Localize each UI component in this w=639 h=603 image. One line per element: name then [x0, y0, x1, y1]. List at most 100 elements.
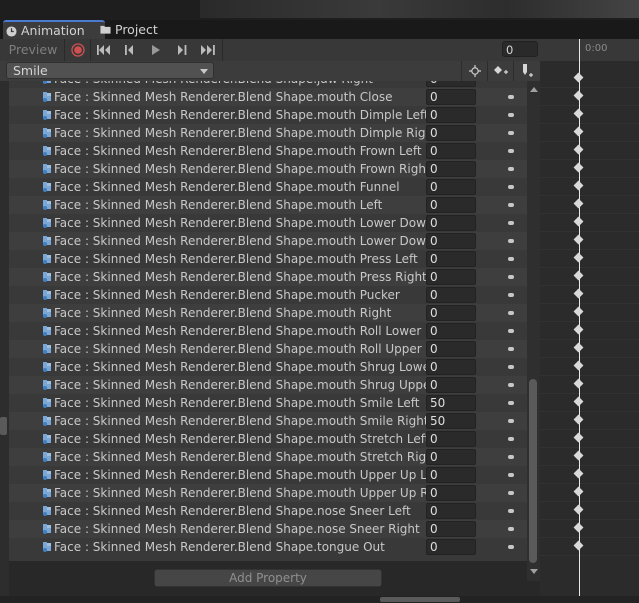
property-row[interactable]: Face : Skinned Mesh Renderer.Blend Shape…: [9, 88, 527, 106]
timeline-row[interactable]: [540, 286, 639, 304]
timeline-row[interactable]: [540, 430, 639, 448]
keyframe-menu-icon[interactable]: [508, 239, 514, 243]
timeline-row[interactable]: [540, 520, 639, 538]
property-value-field[interactable]: 0: [426, 341, 476, 357]
property-value-field[interactable]: 0: [426, 467, 476, 483]
record-button[interactable]: [67, 41, 89, 58]
keyframe-menu-icon[interactable]: [508, 455, 514, 459]
keyframe-menu-icon[interactable]: [508, 167, 514, 171]
timeline-row[interactable]: [540, 376, 639, 394]
timeline-row[interactable]: [540, 502, 639, 520]
timeline-row[interactable]: [540, 106, 639, 124]
keyframe-menu-icon[interactable]: [508, 131, 514, 135]
keyframe-menu-icon[interactable]: [508, 437, 514, 441]
keyframe-menu-icon[interactable]: [508, 347, 514, 351]
property-value-field[interactable]: 0: [426, 269, 476, 285]
timeline-row[interactable]: [540, 178, 639, 196]
prev-key-button[interactable]: [118, 41, 142, 58]
timeline-row[interactable]: [540, 412, 639, 430]
property-value-field[interactable]: 0: [426, 377, 476, 393]
property-value-field[interactable]: 0: [426, 485, 476, 501]
keyframe-menu-icon[interactable]: [508, 509, 514, 513]
timeline-row[interactable]: [540, 70, 639, 88]
property-row[interactable]: Face : Skinned Mesh Renderer.Blend Shape…: [9, 178, 527, 196]
timeline-row[interactable]: [540, 160, 639, 178]
property-row[interactable]: Face : Skinned Mesh Renderer.Blend Shape…: [9, 394, 527, 412]
filter-by-selection-button[interactable]: [461, 61, 488, 81]
keyframe-menu-icon[interactable]: [508, 113, 514, 117]
property-value-field[interactable]: 0: [426, 251, 476, 267]
property-value-field[interactable]: 0: [426, 359, 476, 375]
scroll-down-icon[interactable]: [530, 569, 538, 574]
property-row[interactable]: Face : Skinned Mesh Renderer.Blend Shape…: [9, 412, 527, 430]
property-value-field[interactable]: 50: [426, 413, 476, 429]
playhead[interactable]: [573, 39, 584, 603]
property-row[interactable]: Face : Skinned Mesh Renderer.Blend Shape…: [9, 466, 527, 484]
keyframe-menu-icon[interactable]: [508, 419, 514, 423]
property-row[interactable]: Face : Skinned Mesh Renderer.Blend Shape…: [9, 124, 527, 142]
property-row[interactable]: Face : Skinned Mesh Renderer.Blend Shape…: [9, 268, 527, 286]
timeline-row[interactable]: [540, 124, 639, 142]
property-value-field[interactable]: 0: [426, 431, 476, 447]
property-value-field[interactable]: 0: [426, 521, 476, 537]
timeline-row[interactable]: [540, 88, 639, 106]
keyframe-menu-icon[interactable]: [508, 365, 514, 369]
timeline-row[interactable]: [540, 448, 639, 466]
property-value-field[interactable]: 0: [426, 539, 476, 555]
property-value-field[interactable]: 0: [426, 81, 476, 87]
timeline-row[interactable]: [540, 250, 639, 268]
property-row[interactable]: Face : Skinned Mesh Renderer.Blend Shape…: [9, 304, 527, 322]
keyframe-menu-icon[interactable]: [508, 275, 514, 279]
clip-dropdown[interactable]: Smile: [6, 62, 214, 79]
property-row[interactable]: Face : Skinned Mesh Renderer.Blend Shape…: [9, 484, 527, 502]
keyframe-menu-icon[interactable]: [508, 293, 514, 297]
property-row[interactable]: Face : Skinned Mesh Renderer.Blend Shape…: [9, 322, 527, 340]
timeline-row[interactable]: [540, 322, 639, 340]
frame-field[interactable]: 0: [502, 41, 538, 57]
keyframe-menu-icon[interactable]: [508, 329, 514, 333]
property-value-field[interactable]: 0: [426, 305, 476, 321]
tab-animation[interactable]: Animation: [3, 20, 105, 39]
property-row[interactable]: Face : Skinned Mesh Renderer.Blend Shape…: [9, 376, 527, 394]
timeline-row[interactable]: [540, 214, 639, 232]
property-value-field[interactable]: 0: [426, 89, 476, 105]
keyframe-menu-icon[interactable]: [508, 257, 514, 261]
property-value-field[interactable]: 0: [426, 143, 476, 159]
scrollbar-thumb[interactable]: [529, 379, 537, 563]
timeline-row[interactable]: [540, 268, 639, 286]
timeline-row[interactable]: [540, 340, 639, 358]
property-row[interactable]: Face : Skinned Mesh Renderer.Blend Shape…: [9, 520, 527, 538]
timeline-row[interactable]: [540, 466, 639, 484]
keyframe-menu-icon[interactable]: [508, 221, 514, 225]
timeline-row[interactable]: [540, 358, 639, 376]
property-value-field[interactable]: 0: [426, 233, 476, 249]
keyframe-menu-icon[interactable]: [508, 203, 514, 207]
add-event-button[interactable]: [513, 61, 540, 81]
property-value-field[interactable]: 0: [426, 215, 476, 231]
add-property-button[interactable]: Add Property: [154, 569, 382, 587]
property-value-field[interactable]: 0: [426, 323, 476, 339]
next-key-button[interactable]: [170, 41, 194, 58]
property-row[interactable]: Face : Skinned Mesh Renderer.Blend Shape…: [9, 160, 527, 178]
property-row[interactable]: Face : Skinned Mesh Renderer.Blend Shape…: [9, 358, 527, 376]
timeline-row[interactable]: [540, 142, 639, 160]
timeline-area[interactable]: [540, 61, 639, 601]
horizontal-scroll-thumb[interactable]: [380, 597, 460, 602]
property-row[interactable]: Face : Skinned Mesh Renderer.Blend Shape…: [9, 538, 527, 556]
property-row[interactable]: Face : Skinned Mesh Renderer.Blend Shape…: [9, 286, 527, 304]
keyframe-menu-icon[interactable]: [508, 149, 514, 153]
property-value-field[interactable]: 0: [426, 161, 476, 177]
keyframe-menu-icon[interactable]: [508, 95, 514, 99]
timeline-row[interactable]: [540, 394, 639, 412]
property-value-field[interactable]: 50: [426, 395, 476, 411]
property-row[interactable]: Face : Skinned Mesh Renderer.Blend Shape…: [9, 196, 527, 214]
property-row[interactable]: Face : Skinned Mesh Renderer.Blend Shape…: [9, 81, 527, 88]
timeline-row[interactable]: [540, 232, 639, 250]
property-row[interactable]: Face : Skinned Mesh Renderer.Blend Shape…: [9, 340, 527, 358]
play-button[interactable]: [144, 41, 168, 58]
property-row[interactable]: Face : Skinned Mesh Renderer.Blend Shape…: [9, 250, 527, 268]
property-row[interactable]: Face : Skinned Mesh Renderer.Blend Shape…: [9, 448, 527, 466]
property-row[interactable]: Face : Skinned Mesh Renderer.Blend Shape…: [9, 106, 527, 124]
property-value-field[interactable]: 0: [426, 179, 476, 195]
timeline-row[interactable]: [540, 196, 639, 214]
